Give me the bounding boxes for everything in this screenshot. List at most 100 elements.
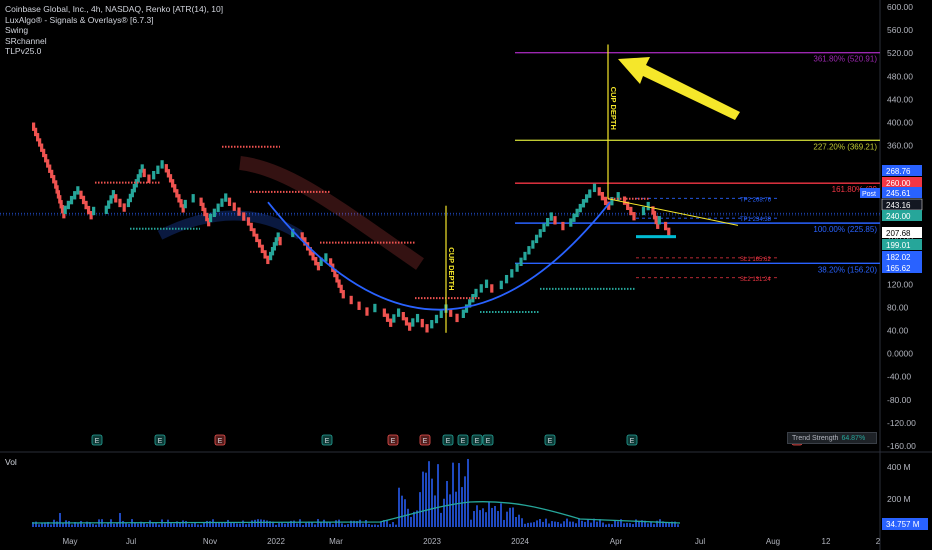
- volume-bar: [395, 524, 397, 527]
- volume-bar: [569, 521, 571, 527]
- renko-brick-up: [538, 229, 542, 238]
- volume-bar: [317, 519, 319, 527]
- volume-bar: [254, 519, 256, 527]
- price-tick-label: 480.00: [887, 71, 913, 81]
- volume-bar: [68, 521, 70, 527]
- volume-bar: [257, 519, 259, 527]
- volume-bar: [206, 520, 208, 527]
- indicator-swing[interactable]: Swing: [5, 25, 223, 36]
- renko-brick-up: [641, 206, 646, 216]
- renko-brick-up: [66, 200, 70, 210]
- earnings-marker-label: E: [461, 438, 466, 445]
- volume-bar: [137, 523, 139, 527]
- symbol-title[interactable]: Coinbase Global, Inc., 4h, NASDAQ, Renko…: [5, 4, 223, 15]
- volume-bar: [203, 522, 205, 527]
- price-tick-label: 400.00: [887, 118, 913, 128]
- fib-level-label: 361.80% (520.91): [813, 55, 877, 64]
- chart-canvas[interactable]: 600.00 560.00 520.00 480.00 440.00 400.00 360.…: [0, 0, 932, 550]
- volume-bar: [371, 524, 373, 527]
- renko-brick-down: [622, 196, 627, 205]
- renko-brick-up: [73, 191, 77, 200]
- volume-bar: [59, 513, 61, 527]
- price-label-text: 165.62: [886, 264, 911, 273]
- volume-bar: [524, 523, 526, 527]
- volume-bar: [506, 511, 508, 527]
- target-label: TP2 268.76: [740, 197, 772, 203]
- volume-bar: [452, 462, 454, 527]
- volume-bar: [62, 523, 64, 527]
- renko-brick-down: [118, 198, 122, 208]
- indicator-tlp[interactable]: TLPv25.0: [5, 46, 223, 57]
- volume-bar: [653, 524, 655, 527]
- volume-tick-label: 200 M: [887, 494, 911, 504]
- volume-bar: [338, 519, 340, 527]
- volume-last-value: 34.757 M: [886, 520, 920, 529]
- volume-bar: [71, 524, 73, 527]
- renko-brick-up: [510, 269, 514, 278]
- volume-bar: [119, 513, 121, 527]
- renko-brick-up: [657, 216, 661, 225]
- renko-brick-down: [255, 233, 259, 243]
- renko-brick-down: [597, 187, 601, 196]
- price-label-text: 243.16: [886, 201, 911, 210]
- renko-brick-down: [122, 203, 126, 212]
- renko-brick-up: [523, 251, 527, 261]
- renko-brick-up: [499, 280, 503, 290]
- renko-brick-up: [569, 218, 573, 227]
- volume-bar: [200, 524, 202, 527]
- volume-bar: [431, 478, 433, 527]
- volume-bar: [479, 510, 481, 527]
- renko-brick-down: [664, 221, 668, 231]
- earnings-marker-label: E: [158, 438, 163, 445]
- renko-brick-up: [515, 263, 519, 272]
- renko-brick-down: [408, 322, 412, 331]
- volume-bar: [476, 505, 478, 527]
- volume-bar: [65, 520, 67, 527]
- renko-brick-up: [592, 183, 597, 193]
- target-label: SL1 165.62: [740, 257, 771, 263]
- volume-bar: [512, 507, 514, 527]
- renko-brick-up: [392, 314, 396, 323]
- volume-bar: [491, 507, 493, 527]
- renko-brick-up: [160, 160, 164, 169]
- volume-bar: [557, 522, 559, 527]
- volume-bar: [173, 523, 175, 527]
- indicator-luxalgo[interactable]: LuxAlgo® - Signals & Overlays® [6.7.3]: [5, 15, 223, 26]
- renko-brick-down: [553, 216, 557, 225]
- volume-bar: [404, 499, 406, 527]
- renko-brick-up: [585, 194, 589, 203]
- chart-legend: Coinbase Global, Inc., 4h, NASDAQ, Renko…: [5, 4, 223, 57]
- price-label-text: 260.00: [886, 179, 911, 188]
- volume-bar: [500, 503, 502, 527]
- renko-brick-down: [404, 317, 409, 326]
- renko-brick-down: [232, 202, 236, 211]
- volume-bar: [125, 523, 127, 527]
- volume-bar: [410, 516, 412, 527]
- time-axis-label: Aug: [766, 537, 780, 546]
- indicator-srchannel[interactable]: SRchannel: [5, 36, 223, 47]
- volume-bar: [104, 524, 106, 527]
- renko-brick-down: [237, 207, 241, 216]
- volume-bar: [242, 520, 244, 527]
- volume-bar: [665, 522, 667, 527]
- volume-bar: [332, 524, 334, 527]
- volume-bar: [302, 524, 304, 527]
- volume-bar: [638, 521, 640, 527]
- volume-bar: [590, 522, 592, 527]
- volume-bar: [428, 461, 430, 527]
- volume-bar: [467, 458, 469, 527]
- renko-brick-down: [490, 284, 494, 293]
- target-label: SL2 131.24: [740, 277, 771, 283]
- volume-bar: [77, 523, 79, 527]
- volume-bar: [359, 519, 361, 527]
- renko-brick-up: [572, 213, 576, 222]
- volume-bar: [263, 519, 265, 527]
- price-tick-label: 520.00: [887, 48, 913, 58]
- volume-bar: [368, 523, 370, 527]
- volume-bar: [572, 521, 574, 527]
- volume-bar: [617, 521, 619, 527]
- volume-bar: [503, 519, 505, 527]
- volume-bar: [434, 495, 436, 527]
- volume-bar: [542, 521, 544, 527]
- renko-brick-up: [646, 201, 650, 211]
